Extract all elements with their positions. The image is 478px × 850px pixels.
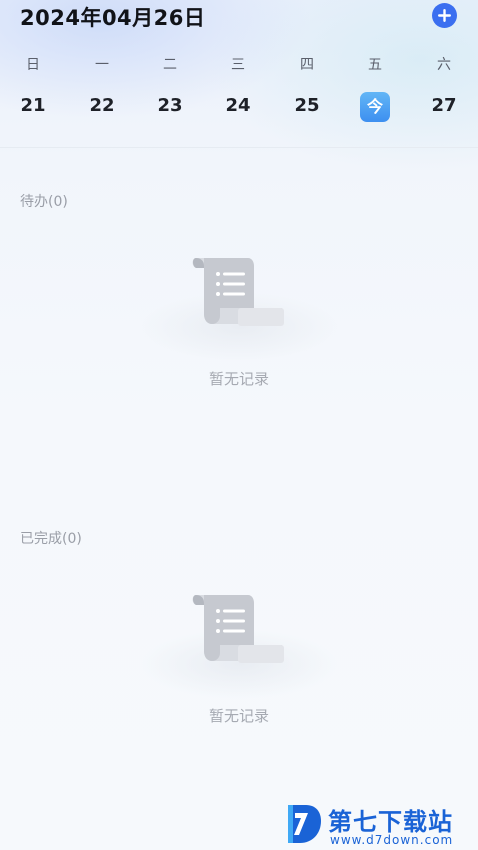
day-cell[interactable]: 24: [213, 92, 263, 120]
date-title[interactable]: 2024年04月26日: [20, 2, 205, 32]
header-divider: [0, 147, 478, 148]
day-cell[interactable]: 25: [282, 92, 332, 120]
weekday-labels: 日 一 二 三 四 五 六: [0, 54, 478, 76]
weekday-label: 六: [437, 57, 451, 73]
plus-icon: [438, 9, 451, 22]
day-cell[interactable]: 21: [8, 92, 58, 120]
weekday-label: 二: [163, 57, 177, 73]
watermark-logo-icon: [288, 805, 321, 843]
weekday-label: 三: [231, 57, 245, 73]
day-cell-today[interactable]: 今: [350, 92, 400, 122]
weekday-label: 五: [368, 57, 382, 73]
todo-empty-text: 暂无记录: [208, 370, 269, 388]
site-watermark: 第七下载站 www.d7down.com: [284, 800, 474, 848]
done-section-title: 已完成(0): [20, 531, 82, 547]
done-empty-state: 暂无记录: [130, 591, 348, 751]
todo-section-title: 待办(0): [20, 194, 68, 210]
weekday-label: 一: [95, 57, 109, 73]
add-button[interactable]: [432, 3, 457, 28]
day-cell[interactable]: 22: [77, 92, 127, 120]
empty-scroll-icon: [192, 258, 284, 326]
empty-scroll-icon: [192, 595, 284, 663]
watermark-url: www.d7down.com: [330, 833, 454, 847]
header: 2024年04月26日: [0, 0, 478, 34]
day-cell[interactable]: 23: [145, 92, 195, 120]
week-days: 21 22 23 24 25 今 27: [0, 92, 478, 122]
done-empty-text: 暂无记录: [208, 707, 269, 725]
watermark-brand: 第七下载站: [328, 808, 453, 836]
day-cell[interactable]: 27: [419, 92, 469, 120]
todo-empty-state: 暂无记录: [130, 254, 348, 414]
weekday-label: 四: [300, 57, 314, 73]
today-badge: 今: [360, 92, 390, 122]
weekday-label: 日: [26, 57, 40, 73]
